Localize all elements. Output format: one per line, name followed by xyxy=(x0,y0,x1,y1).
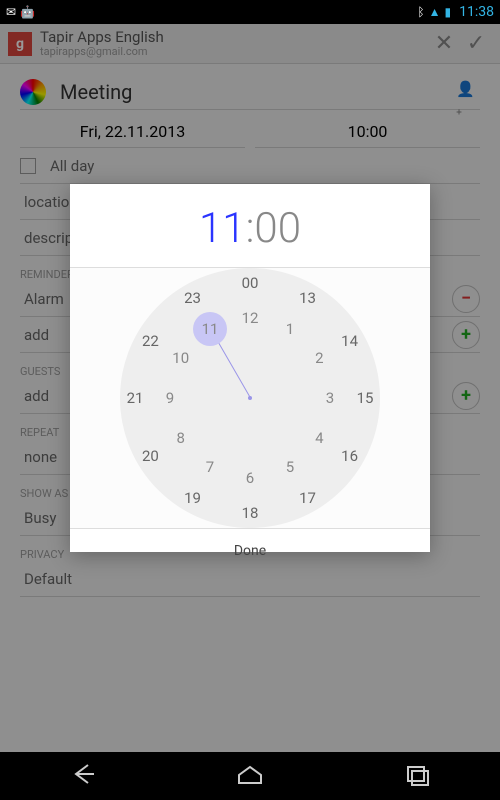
hour-16[interactable]: 16 xyxy=(336,442,364,470)
home-button[interactable] xyxy=(235,761,265,791)
hour-4[interactable]: 4 xyxy=(305,424,333,452)
minute-display[interactable]: 00 xyxy=(254,204,301,253)
android-icon: 🤖 xyxy=(20,5,35,19)
time-picker-dialog: 11:00 1212345678910110013141516171819202… xyxy=(70,184,430,552)
hour-6[interactable]: 6 xyxy=(236,464,264,492)
clock: 11:38 xyxy=(459,4,494,20)
hour-8[interactable]: 8 xyxy=(167,424,195,452)
mail-icon: ✉ xyxy=(6,5,16,19)
done-button[interactable]: Done xyxy=(70,528,430,573)
hour-15[interactable]: 15 xyxy=(351,384,379,412)
hour-18[interactable]: 18 xyxy=(236,499,264,527)
hour-3[interactable]: 3 xyxy=(316,384,344,412)
hour-17[interactable]: 17 xyxy=(294,484,322,512)
app-content: g Tapir Apps English tapirapps@gmail.com… xyxy=(0,24,500,752)
bluetooth-icon: ᛒ xyxy=(417,5,424,19)
hour-23[interactable]: 23 xyxy=(179,284,207,312)
hour-13[interactable]: 13 xyxy=(294,284,322,312)
hour-2[interactable]: 2 xyxy=(305,344,333,372)
hour-20[interactable]: 20 xyxy=(136,442,164,470)
hour-12[interactable]: 12 xyxy=(236,304,264,332)
hour-14[interactable]: 14 xyxy=(336,327,364,355)
hour-10[interactable]: 10 xyxy=(167,344,195,372)
hour-9[interactable]: 9 xyxy=(156,384,184,412)
clock-face[interactable]: 121234567891011001314151617181920212223 xyxy=(120,268,380,528)
hour-display[interactable]: 11 xyxy=(199,204,246,253)
hour-21[interactable]: 21 xyxy=(121,384,149,412)
hour-19[interactable]: 19 xyxy=(179,484,207,512)
hour-7[interactable]: 7 xyxy=(196,453,224,481)
wifi-icon: ▲ xyxy=(429,5,441,19)
recents-button[interactable] xyxy=(404,761,430,791)
clock-center xyxy=(248,396,252,400)
hour-11[interactable]: 11 xyxy=(193,312,227,346)
hour-1[interactable]: 1 xyxy=(276,315,304,343)
status-bar: ✉ 🤖 ᛒ ▲ ▮ 11:38 xyxy=(0,0,500,24)
hour-22[interactable]: 22 xyxy=(136,327,164,355)
navigation-bar xyxy=(0,752,500,800)
hour-5[interactable]: 5 xyxy=(276,453,304,481)
back-button[interactable] xyxy=(70,761,96,791)
battery-icon: ▮ xyxy=(445,5,452,19)
time-display: 11:00 xyxy=(70,184,430,268)
hour-00[interactable]: 00 xyxy=(236,269,264,297)
